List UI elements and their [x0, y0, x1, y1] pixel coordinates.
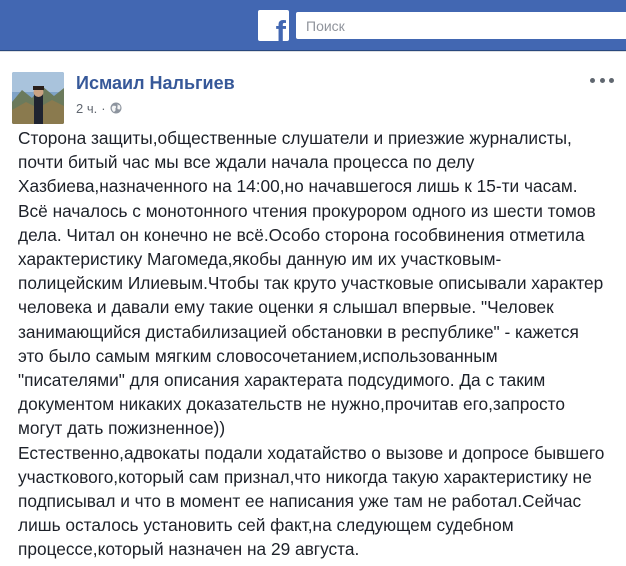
post-line: полицейским Илиевым.Чтобы так круто учас… [18, 273, 604, 294]
more-options-icon [590, 77, 595, 83]
post-line: документом никаких доказательств не нужн… [18, 394, 565, 415]
post-line: подписывал и что в момент ее написания у… [18, 491, 582, 512]
post-line: процессе,который назначен на 29 августа. [18, 539, 360, 560]
post-line: почти битый час мы все ждали начала проц… [18, 152, 475, 173]
post-line: Сторона защиты,общественные слушатели и … [18, 128, 572, 148]
post-line: это было самым мягким словосочетанием,ис… [18, 345, 498, 366]
more-options-button[interactable] [590, 72, 614, 88]
post-line: Естественно,адвокаты подали ходатайство … [18, 442, 605, 463]
post-line: могут дать пожизненное)) [18, 418, 226, 439]
top-navigation-bar: f [0, 0, 626, 51]
post-line: занимающийся дистабилизацией обстановки … [18, 321, 579, 342]
avatar[interactable] [12, 72, 64, 124]
facebook-logo-icon[interactable]: f [258, 10, 289, 41]
post-line: Всё началось с монотонного чтения прокур… [18, 200, 596, 221]
post-line: участкового,который сам признал,что нико… [18, 466, 592, 487]
post-time[interactable]: 2 ч. [76, 101, 97, 116]
post-line: лишь осталось установить сей факт,на сле… [18, 515, 514, 536]
search-input[interactable] [296, 12, 616, 39]
post-line: дела. Читал он конечно не всё.Особо стор… [18, 224, 585, 245]
avatar-image [12, 72, 64, 124]
post-meta: 2 ч. · [76, 100, 122, 116]
author-name[interactable]: Исмаил Нальгиев [76, 73, 235, 94]
search-box[interactable] [296, 12, 626, 39]
globe-icon[interactable] [110, 102, 122, 114]
meta-separator: · [101, 100, 106, 116]
logo-letter: f [275, 14, 286, 41]
post-card: Исмаил Нальгиев 2 ч. · Сторона защиты,об… [0, 51, 626, 566]
post-line: Хазбиева,назначенного на 14:00,но начавш… [18, 176, 578, 197]
post-line: характеристику Магомеда,якобы данную им … [18, 249, 502, 270]
post-line: "писателями" для описания характерата по… [18, 370, 546, 391]
post-text: Сторона защиты,общественные слушатели и … [18, 126, 614, 562]
post-line: человека и давали ему такие оценки я слы… [18, 297, 554, 318]
